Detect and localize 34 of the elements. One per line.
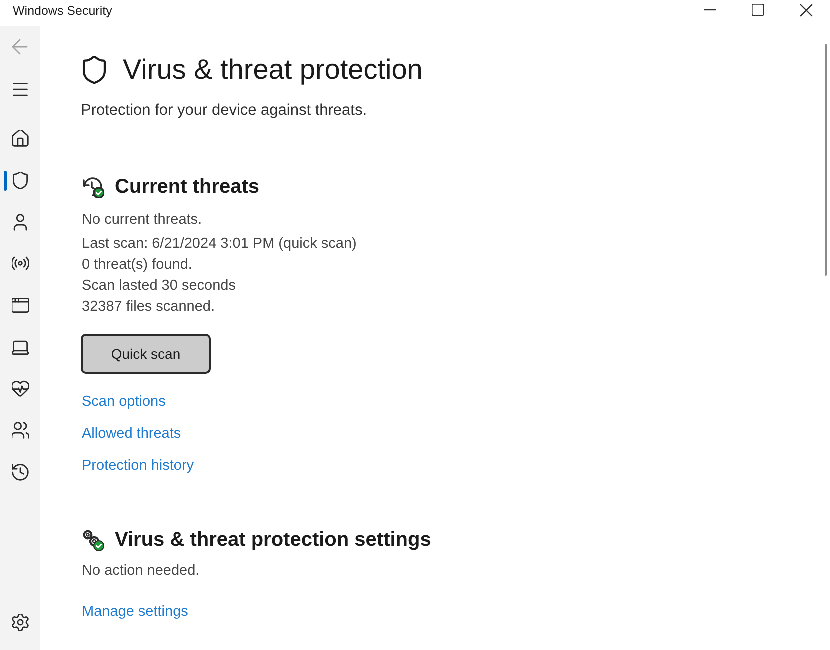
heart-pulse-icon xyxy=(12,380,28,398)
page-subtitle: Protection for your device against threats. xyxy=(81,101,368,121)
person-icon xyxy=(12,214,28,231)
home-icon xyxy=(12,130,28,148)
minimize-icon xyxy=(704,9,716,11)
settings-icon xyxy=(12,614,28,630)
app-window-icon xyxy=(12,297,28,314)
scan-detail-text: 0 threat(s) found. xyxy=(82,256,192,275)
page-title: Virus & threat protection xyxy=(123,53,423,87)
scan-detail-text: Scan lasted 30 seconds xyxy=(82,277,236,296)
clock-check-icon xyxy=(82,176,104,198)
close-icon xyxy=(800,4,812,16)
scrollbar-thumb[interactable] xyxy=(825,44,827,276)
gears-check-icon xyxy=(82,529,104,551)
scan-detail-text: 32387 files scanned. xyxy=(82,298,216,317)
laptop-icon xyxy=(12,338,28,356)
shield-icon xyxy=(12,172,28,190)
link[interactable]: Protection history xyxy=(82,456,194,476)
shield-icon xyxy=(81,56,108,84)
broadcast-icon xyxy=(12,255,28,272)
history-icon xyxy=(12,464,28,481)
maximize-icon xyxy=(752,4,764,16)
section-title: Virus & threat protection settings xyxy=(115,528,432,553)
status-text: No current threats. xyxy=(82,211,202,230)
menu-icon xyxy=(12,80,28,98)
link[interactable]: Manage settings xyxy=(82,602,188,622)
link[interactable]: Scan options xyxy=(82,392,166,412)
link[interactable]: Allowed threats xyxy=(82,424,182,444)
status-text: No action needed. xyxy=(82,562,200,581)
window-title: Windows Security xyxy=(13,4,112,18)
section-title: Current threats xyxy=(115,175,260,200)
scan-detail-text: Last scan: 6/21/2024 3:01 PM (quick scan) xyxy=(82,235,357,254)
quick-scan-button[interactable]: Quick scan xyxy=(81,334,211,374)
people-icon xyxy=(12,422,28,440)
